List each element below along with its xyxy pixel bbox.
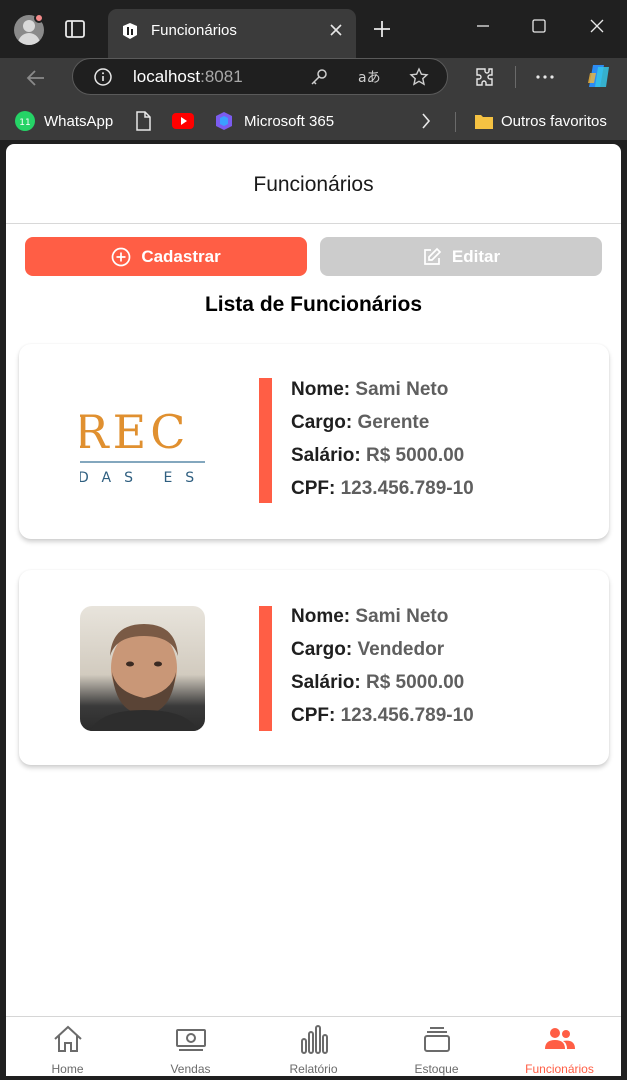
card-accent-bar <box>259 606 272 731</box>
toolbar-separator <box>515 66 516 88</box>
employee-card[interactable]: Nome: Sami Neto Cargo: Vendedor Salário:… <box>19 570 609 765</box>
app-header: Funcionários <box>6 144 621 224</box>
employee-salary: Salário: R$ 5000.00 <box>291 672 465 693</box>
tab-title: Funcionários <box>151 22 237 39</box>
nav-item-estoque[interactable]: Estoque <box>375 1017 498 1076</box>
favorites-bar: 11 WhatsApp Microsoft 365 Outros favorit… <box>0 102 627 140</box>
chevron-right-icon[interactable] <box>420 112 432 130</box>
whatsapp-icon: 11 <box>15 111 35 131</box>
favorite-microsoft-365-label: Microsoft 365 <box>244 112 335 130</box>
more-options-icon[interactable] <box>534 66 556 88</box>
folder-icon <box>475 115 493 129</box>
employee-salary: Salário: R$ 5000.00 <box>291 445 465 466</box>
bottom-navigation: Home Vendas Relatório Estoque Funcionári… <box>6 1016 621 1076</box>
edit-icon <box>424 247 442 265</box>
favorite-star-icon[interactable] <box>409 67 429 87</box>
back-arrow-icon[interactable] <box>24 66 48 90</box>
translate-icon[interactable]: aあ <box>357 67 381 87</box>
nav-label-relatorio: Relatório <box>289 1062 338 1076</box>
address-bar[interactable]: localhost:8081 aあ <box>72 58 448 95</box>
register-button-label: Cadastrar <box>141 246 221 266</box>
employee-name: Nome: Sami Neto <box>291 379 449 400</box>
address-url: localhost:8081 <box>133 67 243 86</box>
nav-item-home[interactable]: Home <box>6 1017 129 1076</box>
employee-card[interactable]: REC DAS ES Nome: Sami Neto Cargo: Gerent… <box>19 344 609 539</box>
employee-list-title: Lista de Funcionários <box>204 293 423 316</box>
document-icon[interactable] <box>134 111 152 131</box>
employee-role: Cargo: Vendedor <box>291 639 445 660</box>
site-info-icon[interactable] <box>93 67 113 87</box>
add-circle-icon <box>111 247 131 266</box>
nav-item-vendas[interactable]: Vendas <box>129 1017 252 1076</box>
active-tab[interactable]: Funcionários <box>108 9 356 58</box>
key-icon[interactable] <box>309 67 329 87</box>
browser-tab-strip: Funcionários <box>0 0 627 58</box>
favorite-microsoft-365[interactable]: Microsoft 365 <box>214 111 334 131</box>
edit-button-label: Editar <box>451 246 501 266</box>
copilot-icon[interactable] <box>584 61 614 91</box>
profile-notification-dot <box>34 13 44 23</box>
favorite-whatsapp[interactable]: 11 WhatsApp <box>14 111 113 131</box>
new-tab-icon[interactable] <box>372 19 392 39</box>
svg-text:REC: REC <box>80 405 189 459</box>
browser-toolbar: localhost:8081 aあ <box>0 58 627 102</box>
employee-info: Nome: Sami Neto Cargo: Vendedor Salário:… <box>291 605 474 737</box>
svg-text:aあ: aあ <box>358 70 381 86</box>
nav-label-funcionarios: Funcionários <box>525 1062 594 1076</box>
close-window-icon[interactable] <box>588 17 606 35</box>
youtube-icon[interactable] <box>172 113 194 129</box>
favorite-whatsapp-label: WhatsApp <box>44 112 114 130</box>
other-favorites[interactable]: Outros favoritos <box>474 111 607 131</box>
svg-text:DAS ES: DAS ES <box>80 470 205 486</box>
page-title: Funcionários <box>253 173 374 196</box>
tab-actions-icon[interactable] <box>64 18 86 40</box>
nav-item-funcionarios[interactable]: Funcionários <box>498 1017 621 1076</box>
close-tab-icon[interactable] <box>328 22 344 38</box>
minimize-window-icon[interactable] <box>474 17 492 35</box>
company-logo-image: REC DAS ES <box>80 378 205 503</box>
app-page: Funcionários Cadastrar Editar Lista de F… <box>6 144 621 1076</box>
bar-chart-icon <box>301 1025 328 1054</box>
other-favorites-label: Outros favoritos <box>501 112 607 130</box>
employee-role: Cargo: Gerente <box>291 412 430 433</box>
svg-text:11: 11 <box>19 118 30 128</box>
nav-item-relatorio[interactable]: Relatório <box>252 1017 375 1076</box>
card-accent-bar <box>259 378 272 503</box>
employee-cpf: CPF: 123.456.789-10 <box>291 705 474 726</box>
edit-button[interactable]: Editar <box>320 237 602 276</box>
extensions-icon[interactable] <box>474 66 496 88</box>
employee-info: Nome: Sami Neto Cargo: Gerente Salário: … <box>291 378 474 510</box>
stack-icon <box>424 1027 450 1052</box>
nav-label-estoque: Estoque <box>414 1062 459 1076</box>
microsoft-365-icon <box>216 112 232 130</box>
home-icon <box>54 1025 82 1052</box>
money-icon <box>176 1029 206 1051</box>
register-button[interactable]: Cadastrar <box>25 237 307 276</box>
favorites-separator <box>455 112 456 132</box>
nav-label-home: Home <box>51 1062 84 1076</box>
maximize-window-icon[interactable] <box>530 17 548 35</box>
employee-photo <box>80 606 205 731</box>
tab-favicon-icon <box>123 23 137 39</box>
employee-cpf: CPF: 123.456.789-10 <box>291 478 474 499</box>
employee-name: Nome: Sami Neto <box>291 606 449 627</box>
people-icon <box>545 1028 575 1049</box>
nav-label-vendas: Vendas <box>170 1062 211 1076</box>
